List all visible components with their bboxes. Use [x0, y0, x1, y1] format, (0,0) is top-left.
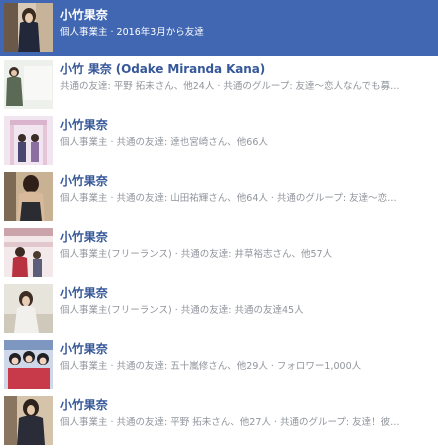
result-description: 個人事業主 · 共通の友達: 達也宮崎さん、他66人: [60, 137, 268, 148]
result-name: 小竹果奈: [60, 342, 108, 356]
result-name: 小竹果奈: [60, 8, 108, 22]
result-name: 小竹果奈: [60, 286, 108, 300]
profile-thumbnail: [4, 60, 53, 109]
result-description: 個人事業主 · 共通の友達: 山田祐輝さん、他64人 · 共通のグループ: 友達…: [60, 193, 397, 204]
result-description: 共通の友達: 平野 拓未さん、他24人 · 共通のグループ: 友達〜恋人なんでも…: [60, 81, 400, 92]
profile-thumbnail: [4, 3, 53, 52]
result-row[interactable]: 小竹 果奈 (Odake Miranda Kana) 共通の友達: 平野 拓未さ…: [0, 56, 438, 112]
result-name: 小竹果奈: [60, 230, 108, 244]
result-description: 個人事業主 · 共通の友達: 五十嵐修さん、他29人 · フォロワー1,000人: [60, 361, 362, 372]
result-row[interactable]: 小竹果奈 個人事業主 · 共通の友達: 山田祐輝さん、他64人 · 共通のグルー…: [0, 168, 438, 224]
result-description: 個人事業主(フリーランス) · 共通の友達: 共通の友達45人: [60, 305, 304, 316]
profile-thumbnail: [4, 340, 53, 389]
result-name: 小竹果奈: [60, 174, 108, 188]
profile-thumbnail: [4, 284, 53, 333]
result-name: 小竹果奈: [60, 118, 108, 132]
profile-thumbnail: [4, 172, 53, 221]
search-results-list: 小竹果奈 個人事業主 · 2016年3月から友達 小竹 果奈 (Odake Mi…: [0, 0, 438, 448]
result-name: 小竹 果奈 (Odake Miranda Kana): [60, 62, 266, 76]
result-name: 小竹果奈: [60, 398, 108, 412]
profile-thumbnail: [4, 116, 53, 165]
result-description: 個人事業主 · 2016年3月から友達: [60, 27, 204, 38]
result-description: 個人事業主 · 共通の友達: 平野 拓未さん、他27人 · 共通のグループ: 友…: [60, 417, 400, 428]
result-row[interactable]: 小竹果奈 個人事業主 · 共通の友達: 達也宮崎さん、他66人: [0, 112, 438, 168]
result-row[interactable]: 小竹果奈 個人事業主 · 共通の友達: 五十嵐修さん、他29人 · フォロワー1…: [0, 336, 438, 392]
result-row[interactable]: 小竹果奈 個人事業主(フリーランス) · 共通の友達: 井草裕志さん、他57人: [0, 224, 438, 280]
profile-thumbnail: [4, 228, 53, 277]
result-row[interactable]: 小竹果奈 個人事業主 · 共通の友達: 平野 拓未さん、他27人 · 共通のグル…: [0, 392, 438, 448]
result-description: 個人事業主(フリーランス) · 共通の友達: 井草裕志さん、他57人: [60, 249, 333, 260]
result-row[interactable]: 小竹果奈 個人事業主(フリーランス) · 共通の友達: 共通の友達45人: [0, 280, 438, 336]
result-row-selected[interactable]: 小竹果奈 個人事業主 · 2016年3月から友達: [0, 0, 438, 56]
profile-thumbnail: [4, 396, 53, 445]
